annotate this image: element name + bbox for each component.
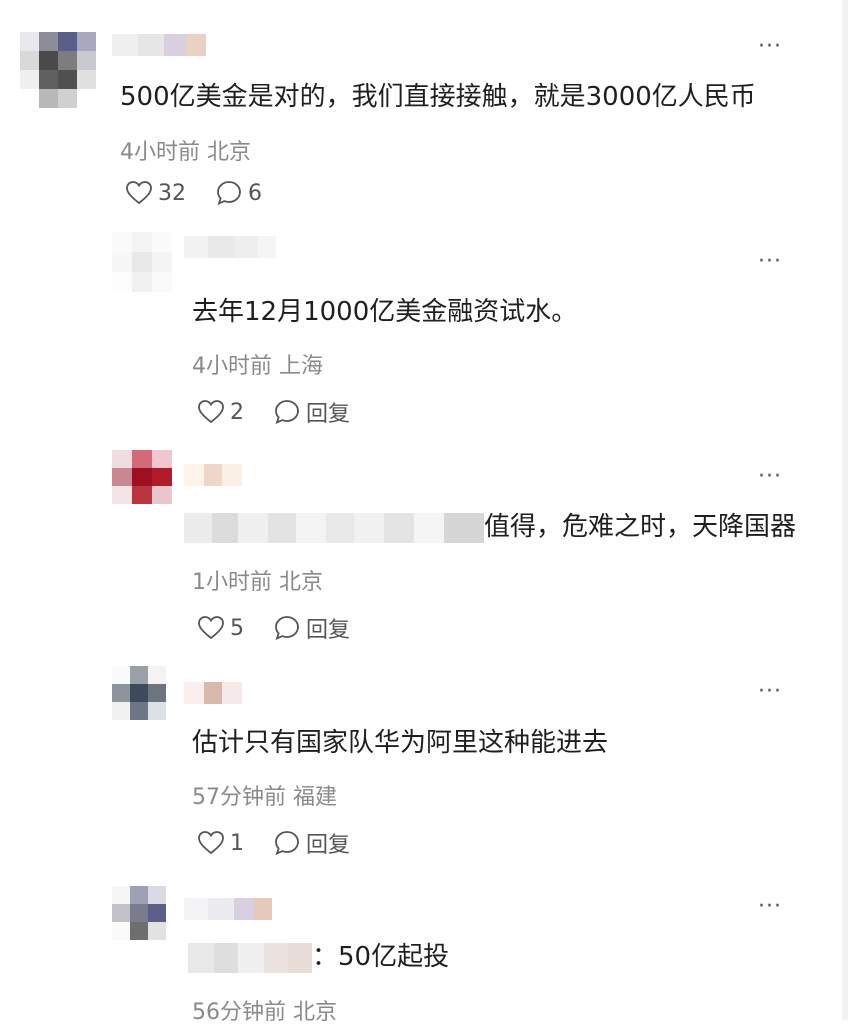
comment-actions: 2 回复: [198, 396, 350, 428]
username-redacted[interactable]: [184, 236, 276, 258]
reply-button[interactable]: 回复: [274, 612, 350, 644]
comment-text: 去年12月1000亿美金融资试水。: [192, 297, 578, 327]
more-options-button[interactable]: ···: [750, 251, 790, 279]
reply-label: 回复: [306, 618, 351, 643]
comment-bubble-icon: [217, 181, 241, 206]
comment-location: 北京: [293, 1000, 338, 1025]
comment-location: 北京: [279, 570, 324, 595]
like-button[interactable]: 2: [198, 400, 244, 425]
avatar[interactable]: [112, 666, 166, 720]
comment-meta: 4小时前 上海: [192, 348, 323, 380]
comment-location: 福建: [293, 785, 338, 810]
comment-time: 1小时前: [192, 570, 272, 595]
comment-time: 4小时前: [192, 354, 272, 379]
username-redacted[interactable]: [184, 898, 272, 920]
avatar[interactable]: [112, 450, 172, 504]
like-button[interactable]: 32: [126, 181, 186, 206]
scrollbar[interactable]: [842, 0, 848, 1020]
comment-bubble-icon: [275, 400, 299, 425]
more-options-button[interactable]: ···: [750, 466, 790, 494]
comment-text: ：50亿起投: [188, 940, 449, 974]
comment-meta: 4小时前 北京: [120, 134, 251, 166]
comment-text-visible: 值得，危难之时，天降国器: [484, 512, 797, 542]
redacted-text: [184, 512, 484, 543]
comment-actions: 32 6: [126, 180, 262, 206]
comment-meta: 1小时前 北京: [192, 564, 323, 596]
like-count: 1: [230, 830, 244, 856]
reply-count: 6: [248, 180, 262, 206]
more-options-button[interactable]: ···: [750, 681, 790, 709]
comment-bubble-icon: [275, 831, 299, 856]
heart-icon: [126, 181, 152, 205]
comment-time: 56分钟前: [192, 1000, 286, 1025]
comment-text-visible: ：50亿起投: [312, 942, 450, 972]
comment-bubble-icon: [275, 616, 299, 641]
reply-label: 回复: [306, 402, 351, 427]
like-count: 5: [230, 615, 244, 641]
reply-button[interactable]: 回复: [274, 827, 350, 859]
comment-text: 500亿美金是对的，我们直接接触，就是3000亿人民币: [120, 82, 756, 112]
comment-time: 4小时前: [120, 140, 200, 165]
heart-icon: [198, 400, 224, 424]
comment-meta: 56分钟前 北京: [192, 994, 337, 1026]
comment-text: 值得，危难之时，天降国器: [184, 510, 796, 544]
comment-location: 北京: [207, 140, 252, 165]
avatar[interactable]: [20, 32, 96, 108]
more-options-button[interactable]: ···: [750, 36, 790, 64]
reply-button[interactable]: 回复: [274, 396, 350, 428]
like-button[interactable]: 5: [198, 616, 244, 641]
comment-actions: 5 回复: [198, 612, 350, 644]
comment-meta: 57分钟前 福建: [192, 779, 337, 811]
username-redacted[interactable]: [112, 34, 206, 56]
more-options-button[interactable]: ···: [750, 896, 790, 924]
like-count: 2: [230, 399, 244, 425]
redacted-text: [188, 942, 312, 973]
reply-button[interactable]: 6: [216, 180, 262, 206]
like-count: 32: [158, 180, 186, 206]
username-redacted[interactable]: [184, 682, 242, 704]
comment-location: 上海: [279, 354, 324, 379]
like-button[interactable]: 1: [198, 831, 244, 856]
heart-icon: [198, 616, 224, 640]
comment-time: 57分钟前: [192, 785, 286, 810]
avatar[interactable]: [112, 886, 166, 940]
avatar[interactable]: [112, 232, 172, 292]
heart-icon: [198, 831, 224, 855]
reply-label: 回复: [306, 833, 351, 858]
comment-text: 估计只有国家队华为阿里这种能进去: [192, 728, 609, 758]
username-redacted[interactable]: [184, 464, 242, 486]
comment-actions: 1 回复: [198, 827, 350, 859]
